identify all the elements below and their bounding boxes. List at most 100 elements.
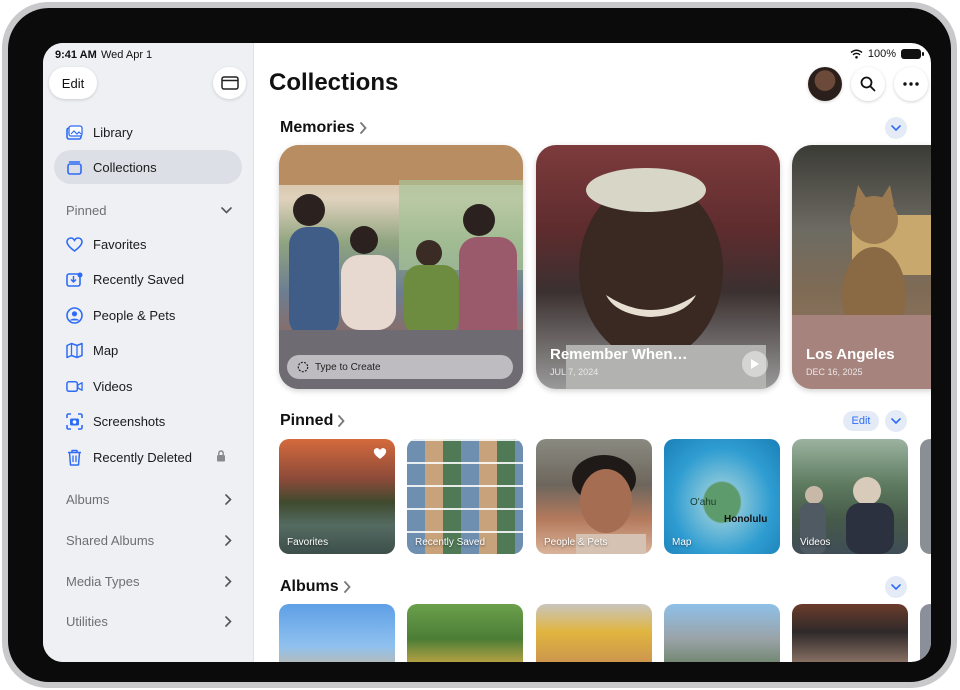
memories-collapse-button[interactable] [885, 117, 907, 139]
album-card-2[interactable] [407, 604, 523, 662]
pinned-section-title[interactable]: Pinned [280, 412, 346, 430]
status-date: Wed Apr 1 [101, 49, 153, 61]
pinned-card-videos[interactable]: Videos [792, 439, 908, 554]
sidebar-item-label: Collections [93, 159, 157, 175]
pinned-card-label: Favorites [287, 537, 329, 548]
sidebar-item-label: Screenshots [93, 413, 166, 429]
chevron-down-icon [221, 206, 232, 214]
chevron-down-icon [891, 125, 901, 131]
pinned-edit-button[interactable]: Edit [843, 411, 879, 431]
albums-section-title[interactable]: Albums [280, 578, 351, 596]
memory-card-remember-when[interactable]: Remember When… JUL 7, 2024 [536, 145, 780, 389]
sidebar-item-label: Favorites [93, 236, 147, 252]
battery-percent: 100% [867, 48, 896, 60]
play-icon [751, 359, 759, 369]
edit-button[interactable]: Edit [49, 67, 97, 99]
heart-icon [66, 236, 83, 253]
album-card-partial[interactable] [920, 604, 931, 662]
screenshot-icon [66, 412, 83, 430]
collections-icon [66, 159, 83, 176]
sidebar-toggle-icon [220, 76, 239, 90]
chevron-right-icon [225, 575, 232, 587]
pinned-card-map[interactable]: O'ahu Honolulu Map [664, 439, 780, 554]
chevron-right-icon [359, 122, 367, 134]
sidebar-item-label: Library [93, 124, 133, 140]
photo-library-icon [66, 124, 83, 141]
map-label-honolulu: Honolulu [724, 514, 768, 525]
chevron-right-icon [225, 534, 232, 546]
battery-icon [901, 49, 924, 59]
sidebar-item-library[interactable]: Library [54, 115, 242, 149]
memory-date: JUL 7, 2024 [550, 367, 599, 377]
sidebar-group-label: Albums [66, 491, 110, 507]
sparkle-icon [297, 361, 309, 373]
sidebar-item-favorites[interactable]: Favorites [54, 227, 242, 261]
page-title: Collections [269, 69, 399, 96]
sidebar-group-label: Media Types [66, 573, 140, 589]
sidebar-group-shared-albums[interactable]: Shared Albums [54, 526, 242, 554]
sidebar-item-recently-deleted[interactable]: Recently Deleted [54, 440, 242, 474]
album-card-5[interactable] [792, 604, 908, 662]
sidebar-item-map[interactable]: Map [54, 333, 242, 367]
memory-card-family[interactable]: Type to Create [279, 145, 523, 389]
sidebar-item-label: Recently Saved [93, 271, 185, 287]
heart-icon [373, 448, 387, 459]
pinned-card-label: Recently Saved [415, 537, 486, 548]
album-card-1[interactable] [279, 604, 395, 662]
lock-icon [216, 449, 226, 465]
album-card-3[interactable] [536, 604, 652, 662]
play-button[interactable] [742, 351, 768, 377]
type-to-create-field[interactable]: Type to Create [287, 355, 513, 379]
recently-saved-icon [66, 271, 83, 288]
memory-photo-family [279, 145, 523, 389]
sidebar-item-label: Videos [93, 378, 133, 394]
pinned-card-favorites[interactable]: Favorites [279, 439, 395, 554]
search-button[interactable] [851, 67, 885, 101]
sidebar-group-albums[interactable]: Albums [54, 485, 242, 513]
sidebar-item-people-pets[interactable]: People & Pets [54, 298, 242, 332]
chevron-down-icon [891, 418, 901, 424]
status-indicators: 100% [850, 48, 924, 60]
map-icon [66, 342, 83, 359]
pinned-card-label: Map [672, 537, 692, 548]
sidebar-item-label: People & Pets [93, 307, 176, 323]
sidebar-item-recently-saved[interactable]: Recently Saved [54, 262, 242, 296]
sidebar-group-label: Utilities [66, 613, 108, 629]
sidebar-item-screenshots[interactable]: Screenshots [54, 404, 242, 438]
chevron-down-icon [891, 584, 901, 590]
sidebar-group-label: Shared Albums [66, 532, 155, 548]
wifi-icon [850, 49, 863, 59]
pinned-card-partial[interactable] [920, 439, 931, 554]
type-to-create-label: Type to Create [315, 361, 381, 373]
chevron-right-icon [338, 415, 346, 427]
sidebar-item-collections[interactable]: Collections [54, 150, 242, 184]
albums-collapse-button[interactable] [885, 576, 907, 598]
pinned-header-label: Pinned [66, 202, 107, 218]
pinned-card-recently-saved[interactable]: Recently Saved [407, 439, 523, 554]
memories-section-title[interactable]: Memories [280, 119, 367, 137]
status-time: 9:41 AM [55, 49, 97, 61]
map-label-oahu: O'ahu [690, 497, 717, 508]
search-icon [860, 76, 876, 92]
person-circle-icon [66, 306, 83, 324]
avatar[interactable] [808, 67, 842, 101]
memory-card-los-angeles[interactable]: Los Angeles DEC 16, 2025 [792, 145, 931, 389]
pinned-card-people-pets[interactable]: People & Pets [536, 439, 652, 554]
sidebar-item-videos[interactable]: Videos [54, 369, 242, 403]
more-button[interactable] [894, 67, 928, 101]
pinned-section-header[interactable]: Pinned [54, 196, 242, 224]
memory-date: DEC 16, 2025 [806, 367, 863, 377]
sidebar-group-media-types[interactable]: Media Types [54, 567, 242, 595]
main-content: 100% Collections Memories Type to Create… [255, 43, 931, 662]
ipad-frame: 9:41 AM Wed Apr 1 Edit Library Collectio… [2, 2, 957, 688]
pinned-collapse-button[interactable] [885, 410, 907, 432]
sidebar-toggle-button[interactable] [213, 67, 246, 99]
album-card-4[interactable] [664, 604, 780, 662]
sidebar-item-label: Recently Deleted [93, 449, 192, 465]
sidebar-group-utilities[interactable]: Utilities [54, 607, 242, 635]
chevron-right-icon [225, 615, 232, 627]
screen: 9:41 AM Wed Apr 1 Edit Library Collectio… [43, 43, 931, 662]
trash-icon [66, 449, 83, 466]
sidebar: 9:41 AM Wed Apr 1 Edit Library Collectio… [43, 43, 254, 662]
sidebar-item-label: Map [93, 342, 119, 358]
